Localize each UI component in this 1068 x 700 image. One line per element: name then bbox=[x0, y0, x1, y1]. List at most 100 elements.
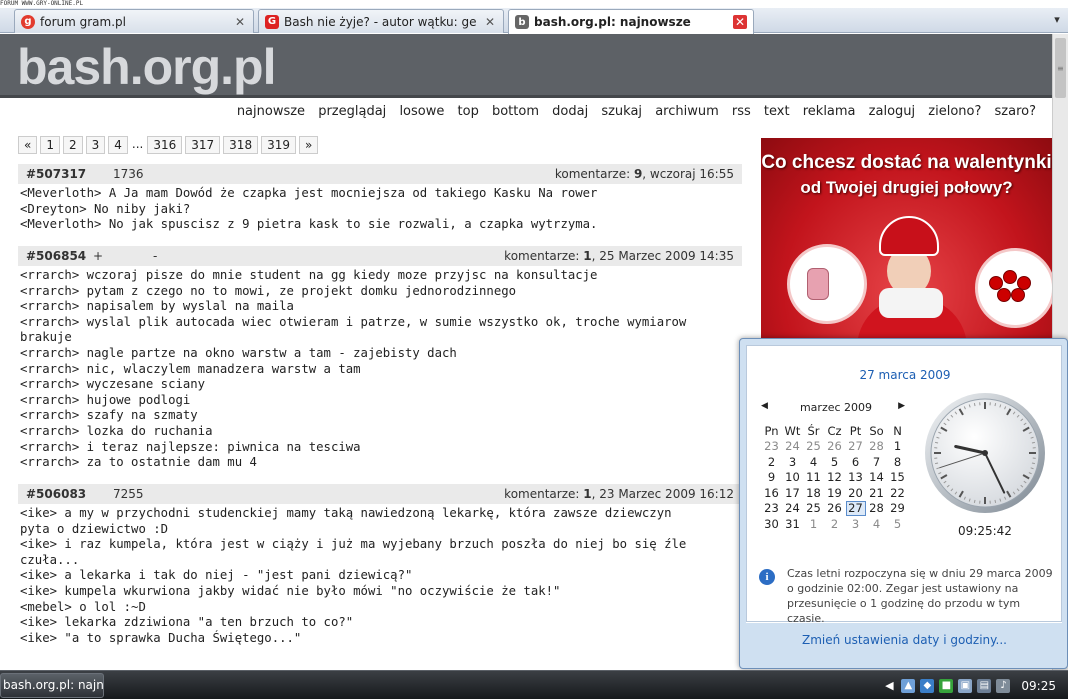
calendar-day[interactable]: 18 bbox=[803, 485, 824, 501]
pager-page[interactable]: 316 bbox=[147, 136, 182, 154]
volume-icon[interactable]: ♪ bbox=[996, 679, 1010, 693]
calendar-day[interactable]: 6 bbox=[845, 454, 866, 470]
site-logo[interactable]: bash.org.pl bbox=[17, 38, 275, 96]
calendar-day[interactable]: 1 bbox=[803, 516, 824, 532]
calendar-day[interactable]: 16 bbox=[761, 485, 782, 501]
tab-list-icon[interactable]: ▾ bbox=[1050, 13, 1064, 27]
tab-bash-najnowsze[interactable]: b bash.org.pl: najnowsze ✕ bbox=[508, 9, 754, 34]
calendar-day[interactable]: 13 bbox=[845, 470, 866, 486]
calendar-day[interactable]: 27 bbox=[845, 439, 866, 455]
calendar-day[interactable]: 19 bbox=[824, 485, 845, 501]
nav-item[interactable]: najnowsze bbox=[237, 104, 305, 119]
taskbar-clock[interactable]: 09:25 bbox=[1021, 679, 1056, 693]
comments-link[interactable]: komentarze: 9 bbox=[555, 167, 642, 181]
pager-page[interactable]: 1 bbox=[40, 136, 60, 154]
calendar-day[interactable]: 25 bbox=[803, 439, 824, 455]
nav-item[interactable]: top bbox=[458, 104, 479, 119]
prev-month-icon[interactable]: ◀ bbox=[761, 401, 768, 411]
calendar-day[interactable]: 12 bbox=[824, 470, 845, 486]
nav-item[interactable]: rss bbox=[732, 104, 751, 119]
comments-link[interactable]: komentarze: 1 bbox=[504, 249, 591, 263]
calendar-day[interactable]: 5 bbox=[824, 454, 845, 470]
calendar-day[interactable]: 14 bbox=[866, 470, 887, 486]
nav-item[interactable]: archiwum bbox=[655, 104, 719, 119]
calendar-day[interactable]: 27 bbox=[845, 501, 866, 517]
vote-minus[interactable]: - bbox=[153, 246, 157, 266]
calendar-day[interactable]: 21 bbox=[866, 485, 887, 501]
quote: #507317 1736 komentarze: 9, wczoraj 16:5… bbox=[18, 164, 742, 233]
calendar-day[interactable]: 1 bbox=[887, 439, 908, 455]
nav-item[interactable]: przeglądaj bbox=[318, 104, 386, 119]
nav-item[interactable]: text bbox=[764, 104, 790, 119]
calendar-day[interactable]: 8 bbox=[887, 454, 908, 470]
calendar-day[interactable]: 9 bbox=[761, 470, 782, 486]
quote-id[interactable]: #506083 bbox=[26, 487, 86, 501]
calendar-month[interactable]: marzec 2009 bbox=[800, 401, 872, 414]
close-icon[interactable]: ✕ bbox=[483, 15, 497, 29]
calendar-day[interactable]: 26 bbox=[824, 439, 845, 455]
calendar-day[interactable]: 31 bbox=[782, 516, 803, 532]
calendar-day[interactable]: 2 bbox=[824, 516, 845, 532]
close-icon[interactable]: ✕ bbox=[233, 15, 247, 29]
calendar-day[interactable]: 24 bbox=[782, 439, 803, 455]
close-icon[interactable]: ✕ bbox=[733, 15, 747, 29]
nav-item[interactable]: zaloguj bbox=[869, 104, 915, 119]
nav-item[interactable]: szukaj bbox=[601, 104, 642, 119]
network-icon[interactable]: ▣ bbox=[958, 679, 972, 693]
calendar-day[interactable]: 28 bbox=[866, 439, 887, 455]
nav-item[interactable]: zielono? bbox=[928, 104, 981, 119]
quote-id[interactable]: #507317 bbox=[26, 167, 86, 181]
pager-page[interactable]: 317 bbox=[185, 136, 220, 154]
pager-next[interactable]: » bbox=[299, 136, 318, 154]
ad-banner[interactable]: Co chcesz dostać na walentynki od Twojej… bbox=[761, 138, 1052, 358]
change-datetime-link[interactable]: Zmień ustawienia daty i godziny... bbox=[740, 633, 1068, 647]
pager-page[interactable]: 319 bbox=[261, 136, 296, 154]
tray-device-icon[interactable]: ▤ bbox=[977, 679, 991, 693]
comments-link[interactable]: komentarze: 1 bbox=[504, 487, 591, 501]
pagination: « 1 2 3 4 ... 316 317 318 319 » bbox=[18, 136, 318, 154]
calendar-day[interactable]: 10 bbox=[782, 470, 803, 486]
calendar-day[interactable]: 17 bbox=[782, 485, 803, 501]
calendar-day[interactable]: 11 bbox=[803, 470, 824, 486]
calendar-day[interactable]: 3 bbox=[782, 454, 803, 470]
quote-line: <rrarch> szafy na szmaty bbox=[20, 408, 742, 424]
calendar-day[interactable]: 4 bbox=[803, 454, 824, 470]
nav-item[interactable]: szaro? bbox=[995, 104, 1036, 119]
nav-item[interactable]: bottom bbox=[492, 104, 539, 119]
calendar-day[interactable]: 3 bbox=[845, 516, 866, 532]
quote-id[interactable]: #506854 bbox=[26, 249, 86, 263]
current-date-link[interactable]: 27 marca 2009 bbox=[747, 368, 1063, 382]
tray-shield-icon[interactable]: ◆ bbox=[920, 679, 934, 693]
calendar-day[interactable]: 23 bbox=[761, 439, 782, 455]
nav-item[interactable]: losowe bbox=[399, 104, 444, 119]
calendar-day[interactable]: 25 bbox=[803, 501, 824, 517]
calendar-day[interactable]: 2 bbox=[761, 454, 782, 470]
tab-forum-gram[interactable]: g forum gram.pl ✕ bbox=[14, 9, 254, 33]
calendar-day[interactable]: 7 bbox=[866, 454, 887, 470]
tray-app-icon[interactable]: ▲ bbox=[901, 679, 915, 693]
calendar-day[interactable]: 24 bbox=[782, 501, 803, 517]
next-month-icon[interactable]: ▶ bbox=[898, 401, 905, 411]
nav-item[interactable]: reklama bbox=[803, 104, 856, 119]
calendar-day[interactable]: 28 bbox=[866, 501, 887, 517]
calendar-day[interactable]: 26 bbox=[824, 501, 845, 517]
pager-page[interactable]: 318 bbox=[223, 136, 258, 154]
show-hidden-icons-icon[interactable]: ◀ bbox=[882, 679, 896, 693]
pager-prev[interactable]: « bbox=[18, 136, 37, 154]
taskbar-window-button[interactable]: bash.org.pl: najnow... bbox=[0, 673, 104, 698]
calendar-day[interactable]: 15 bbox=[887, 470, 908, 486]
calendar-day[interactable]: 30 bbox=[761, 516, 782, 532]
tab-bash-thread[interactable]: G Bash nie żyje? - autor wątku: gentz -.… bbox=[258, 9, 504, 33]
pager-page[interactable]: 3 bbox=[86, 136, 106, 154]
nav-item[interactable]: dodaj bbox=[552, 104, 588, 119]
pager-page[interactable]: 2 bbox=[63, 136, 83, 154]
calendar-day[interactable]: 20 bbox=[845, 485, 866, 501]
calendar-day[interactable]: 4 bbox=[866, 516, 887, 532]
calendar-day[interactable]: 23 bbox=[761, 501, 782, 517]
pager-page[interactable]: 4 bbox=[108, 136, 128, 154]
calendar-day[interactable]: 29 bbox=[887, 501, 908, 517]
vote-plus[interactable]: + bbox=[93, 246, 103, 266]
calendar-day[interactable]: 5 bbox=[887, 516, 908, 532]
tray-status-icon[interactable]: ■ bbox=[939, 679, 953, 693]
calendar-day[interactable]: 22 bbox=[887, 485, 908, 501]
